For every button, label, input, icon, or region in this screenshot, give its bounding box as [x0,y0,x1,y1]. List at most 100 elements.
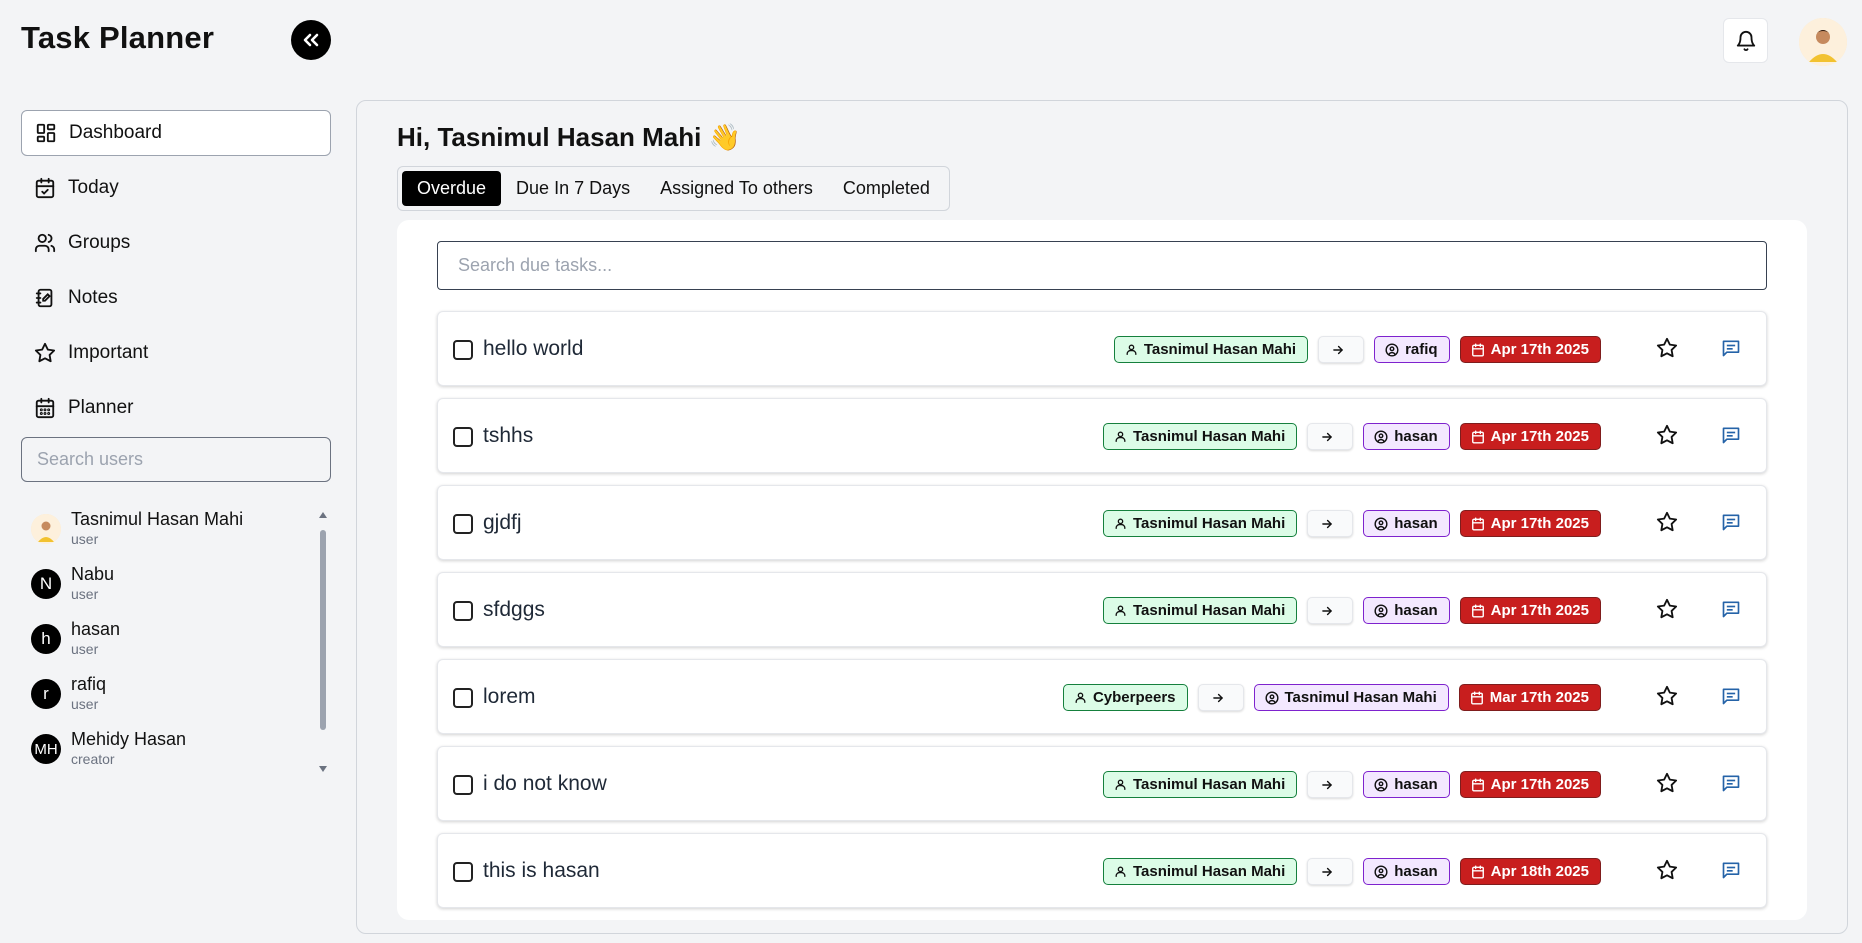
due-date-badge: Apr 17th 2025 [1459,597,1601,624]
assignee-name: rafiq [1405,341,1438,358]
user-name: hasan [71,619,121,639]
user-role: user [71,586,99,602]
user-item[interactable]: r rafiq user [21,671,331,726]
comment-icon [1722,775,1740,792]
scroll-thumb[interactable] [320,530,326,730]
assignee-name: hasan [1394,776,1438,793]
mark-important-button[interactable] [1656,424,1678,451]
user-icon [1115,518,1126,530]
scroll-down-icon[interactable] [318,764,328,774]
mark-important-button[interactable] [1656,859,1678,886]
task-title: lorem [483,685,536,708]
sidebar-item-groups[interactable]: Groups [21,220,331,266]
bell-icon [1736,30,1755,51]
comments-button[interactable] [1721,773,1741,798]
scroll-up-icon[interactable] [318,510,328,520]
mark-important-button[interactable] [1656,685,1678,712]
avatar: h [31,624,61,654]
arrow-right-icon [1212,693,1223,702]
chevrons-left-icon [303,33,319,47]
star-icon [1656,859,1678,880]
task-row[interactable]: lorem Cyberpeers Tasnimul Hasan Mahi Mar 17… [437,659,1767,734]
comments-button[interactable] [1721,425,1741,450]
sidebar-item-dashboard[interactable]: Dashboard [21,110,331,156]
user-list-scrollbar[interactable] [318,510,328,780]
task-row[interactable]: tshhs Tasnimul Hasan Mahi hasan Apr 17th 20… [437,398,1767,473]
task-checkbox[interactable] [453,427,473,447]
task-row[interactable]: this is hasan Tasnimul Hasan Mahi hasan Apr… [437,833,1767,908]
user-item[interactable]: h hasan user [21,616,331,671]
tab-completed[interactable]: Completed [828,171,945,206]
assigner-name: Tasnimul Hasan Mahi [1132,515,1286,532]
task-checkbox[interactable] [453,514,473,534]
star-icon [1656,685,1678,706]
mark-important-button[interactable] [1656,772,1678,799]
assigner-name: Tasnimul Hasan Mahi [1132,776,1286,793]
task-checkbox[interactable] [453,862,473,882]
calendar-icon [1471,516,1484,531]
comments-button[interactable] [1721,599,1741,624]
task-checkbox[interactable] [453,775,473,795]
comment-icon [1722,688,1740,705]
task-checkbox[interactable] [453,601,473,621]
notifications-button[interactable] [1723,18,1768,63]
comments-button[interactable] [1721,860,1741,885]
assignee-chip: rafiq [1374,336,1450,363]
task-row[interactable]: i do not know Tasnimul Hasan Mahi hasan Apr… [437,746,1767,821]
user-circle-icon [1385,342,1399,357]
sidebar-item-label: Groups [68,232,131,253]
search-users-input[interactable] [21,437,331,482]
comments-button[interactable] [1721,338,1741,363]
star-icon [1656,337,1678,358]
user-item[interactable]: Tasnimul Hasan Mahi user [21,506,331,561]
comments-button[interactable] [1721,686,1741,711]
collapse-sidebar-button[interactable] [291,20,331,60]
dashboard-icon [36,123,56,143]
due-date: Apr 17th 2025 [1490,341,1589,358]
user-circle-icon [1374,516,1388,531]
sidebar-item-label: Important [68,342,149,363]
task-row[interactable]: hello world Tasnimul Hasan Mahi rafiq Apr 1… [437,311,1767,386]
comment-icon [1722,862,1740,879]
assignee-name: Tasnimul Hasan Mahi [1284,689,1437,706]
tab-overdue[interactable]: Overdue [402,171,502,206]
assigner-chip: Tasnimul Hasan Mahi [1102,510,1298,537]
star-icon [34,342,56,363]
assignee-chip: hasan [1363,510,1450,537]
search-tasks-input[interactable] [437,241,1767,290]
assigner-name: Tasnimul Hasan Mahi [1132,428,1286,445]
calendar-icon [1471,342,1484,357]
avatar: MH [31,734,61,764]
mark-important-button[interactable] [1656,511,1678,538]
task-row[interactable]: sfdggs Tasnimul Hasan Mahi hasan Apr 17th 2… [437,572,1767,647]
task-chips: Tasnimul Hasan Mahi hasan Apr 17th 2025 [1102,597,1601,624]
task-checkbox[interactable] [453,688,473,708]
tasks-card: hello world Tasnimul Hasan Mahi rafiq Apr 1… [397,220,1807,920]
profile-avatar[interactable] [1799,18,1847,66]
star-icon [1656,424,1678,445]
user-list: Tasnimul Hasan Mahi user N Nabu user h has… [21,506,331,780]
user-item[interactable]: MH Mehidy Hasan creator [21,726,331,781]
user-role: user [71,531,99,547]
user-icon [1115,431,1126,443]
user-item[interactable]: N Nabu user [21,561,331,616]
assignee-chip: hasan [1363,597,1450,624]
task-title: gjdfj [483,511,522,534]
mark-important-button[interactable] [1656,337,1678,364]
task-checkbox[interactable] [453,340,473,360]
tab-due-in-7-days[interactable]: Due In 7 Days [501,171,645,206]
assignee-name: hasan [1394,863,1438,880]
sidebar-item-notes[interactable]: Notes [21,275,331,321]
assignee-name: hasan [1394,515,1438,532]
due-date: Apr 17th 2025 [1490,428,1589,445]
assignment-arrow [1197,684,1244,711]
task-row[interactable]: gjdfj Tasnimul Hasan Mahi hasan Apr 17th 20… [437,485,1767,560]
calendar-icon [1471,777,1484,792]
sidebar-item-planner[interactable]: Planner [21,385,331,431]
arrow-right-icon [1333,345,1343,354]
comments-button[interactable] [1721,512,1741,537]
sidebar-item-important[interactable]: Important [21,330,331,376]
tab-assigned-to-others[interactable]: Assigned To others [645,171,828,206]
sidebar-item-today[interactable]: Today [21,165,331,211]
mark-important-button[interactable] [1656,598,1678,625]
